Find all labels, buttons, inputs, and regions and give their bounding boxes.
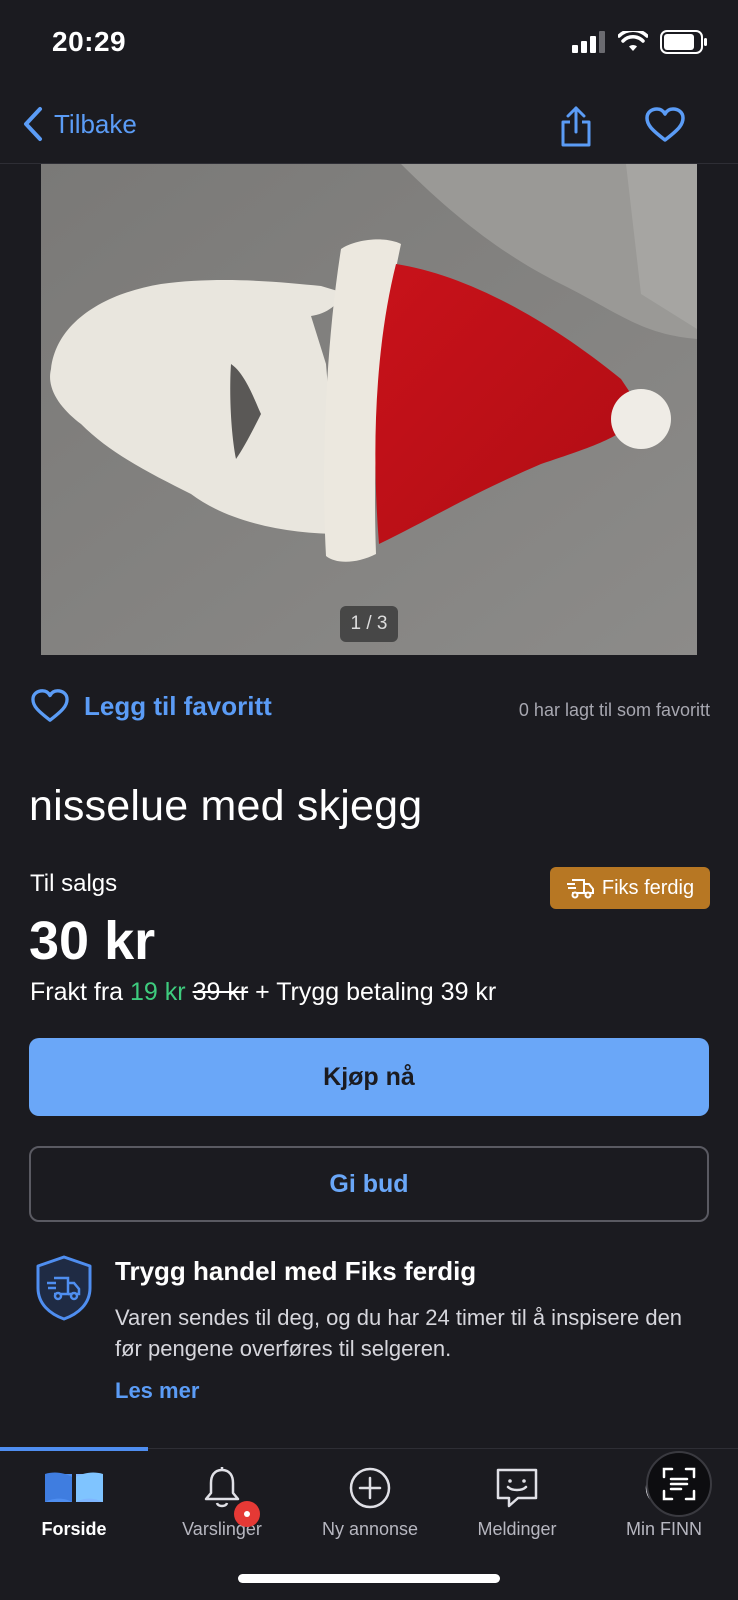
shield-truck-icon [36, 1255, 92, 1321]
safe-trade-title: Trygg handel med Fiks ferdig [115, 1256, 477, 1286]
share-icon[interactable] [560, 106, 592, 148]
navigation-bar: Tilbake [0, 92, 738, 164]
listing-title: nisselue med skjegg [29, 782, 423, 830]
book-icon [45, 1472, 103, 1502]
status-icons [572, 30, 708, 54]
tab-label: Ny annonse [321, 1519, 419, 1539]
plus-circle-icon [349, 1467, 391, 1509]
tab-label: Varslinger [182, 1519, 262, 1539]
status-bar: 20:29 [0, 0, 738, 92]
wifi-icon [618, 31, 648, 51]
fiks-ferdig-badge: Fiks ferdig [550, 867, 710, 909]
shipping-original-price: 39 kr [192, 978, 249, 1006]
shipping-prefix: Frakt fra [30, 978, 124, 1006]
nav-actions [560, 106, 686, 148]
text-scan-icon [662, 1467, 696, 1501]
product-photo[interactable]: 1 / 3 [41, 164, 697, 655]
favorite-row: Legg til favoritt 0 har lagt til som fav… [30, 688, 710, 732]
notification-badge [234, 1501, 260, 1527]
tab-label: Min FINN [626, 1519, 702, 1539]
active-tab-indicator [0, 1447, 148, 1451]
price: 30 kr [29, 911, 156, 971]
bell-icon [204, 1467, 240, 1508]
delivery-truck-icon [566, 879, 594, 899]
chat-icon [496, 1468, 538, 1508]
badge-label: Fiks ferdig [601, 876, 695, 899]
chevron-left-icon [24, 107, 42, 141]
tab-varslinger[interactable]: Varslinger [148, 1461, 296, 1540]
tab-label: Forside [41, 1519, 107, 1539]
shipping-suffix: + Trygg betaling 39 kr [255, 978, 497, 1006]
add-favorite-button[interactable]: Legg til favoritt [30, 688, 272, 724]
home-indicator [238, 1574, 500, 1583]
tab-label: Meldinger [477, 1519, 557, 1539]
make-bid-button[interactable]: Gi bud [29, 1146, 709, 1222]
battery-icon [660, 30, 707, 54]
santa-hat-image [41, 164, 697, 655]
tab-meldinger[interactable]: Meldinger [443, 1461, 591, 1540]
add-favorite-label: Legg til favoritt [84, 690, 272, 721]
read-more-link[interactable]: Les mer [115, 1378, 199, 1404]
photo-counter: 1 / 3 [340, 606, 398, 642]
back-button[interactable]: Tilbake [22, 106, 137, 142]
safe-trade-text: Varen sendes til deg, og du har 24 timer… [115, 1305, 683, 1361]
tab-forside[interactable]: Forside [0, 1461, 148, 1540]
shipping-discount-price: 19 kr [130, 978, 186, 1006]
favorite-count: 0 har lagt til som favoritt [518, 700, 710, 720]
status-time: 20:29 [52, 26, 127, 57]
sale-type: Til salgs [30, 870, 118, 897]
back-label: Tilbake [54, 108, 137, 139]
signal-icon [572, 31, 605, 53]
shipping-info: Frakt fra 19 kr 39 kr + Trygg betaling 3… [30, 978, 496, 1007]
scan-button[interactable] [646, 1451, 712, 1517]
buy-now-button[interactable]: Kjøp nå [29, 1038, 709, 1116]
tab-ny-annonse[interactable]: Ny annonse [296, 1461, 444, 1540]
heart-icon [31, 689, 69, 722]
heart-icon[interactable] [644, 106, 686, 144]
